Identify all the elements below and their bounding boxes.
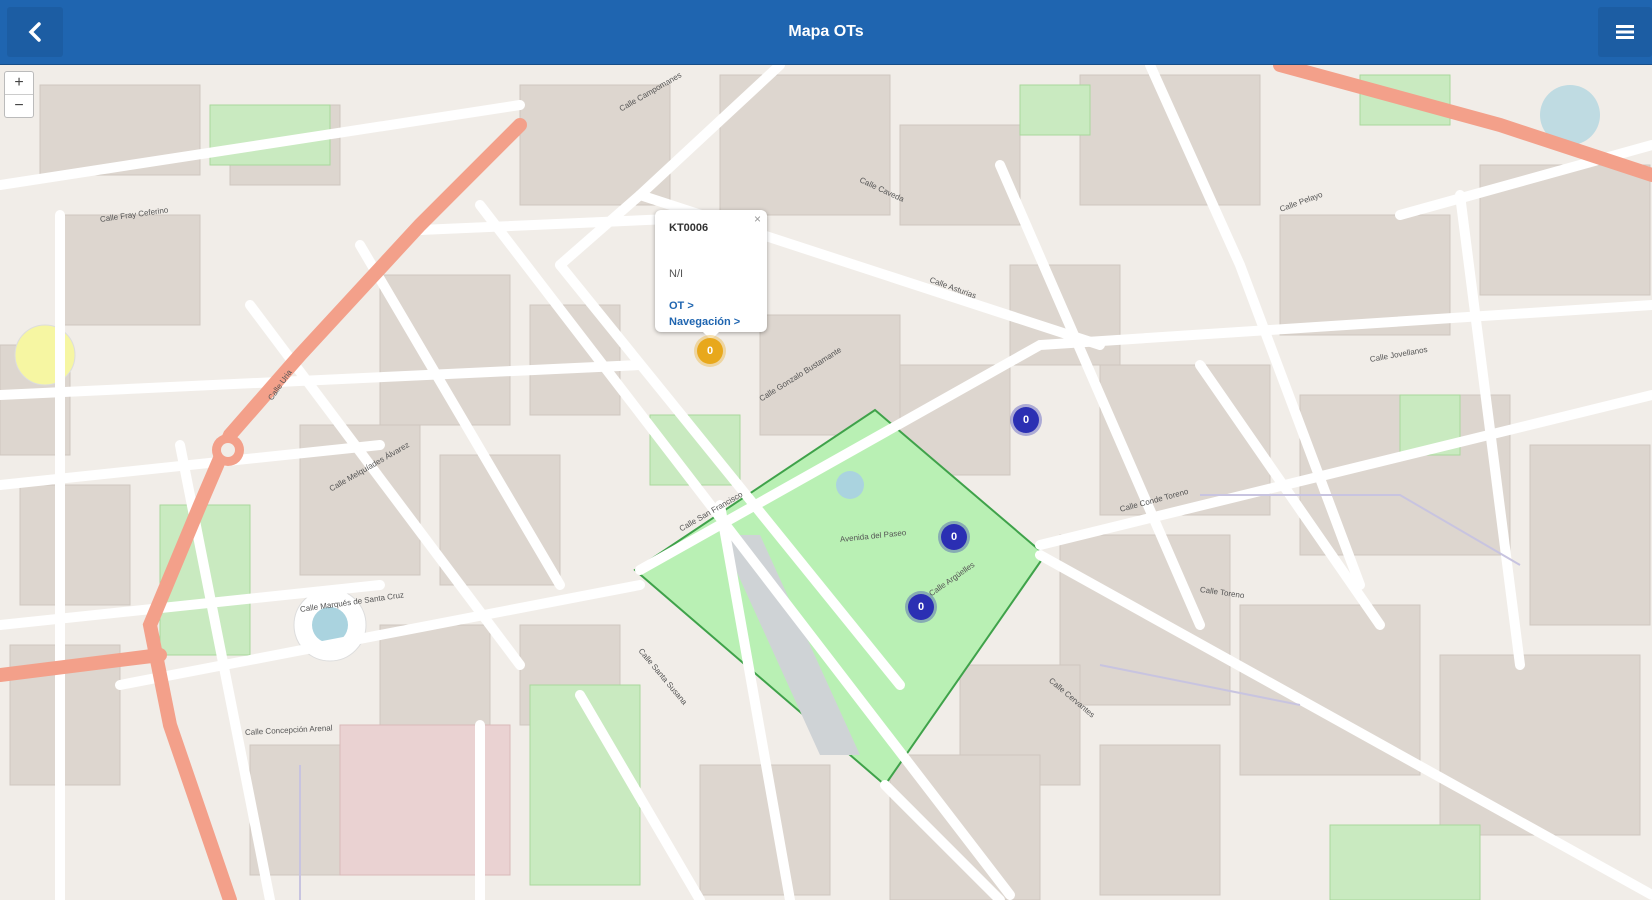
page-title: Mapa OTs — [788, 23, 864, 40]
zoom-out-button[interactable]: − — [5, 94, 33, 117]
popup-ot-code: KT0006 — [669, 222, 709, 234]
app-header: Mapa OTs — [0, 0, 1652, 65]
hamburger-menu-icon — [1616, 25, 1634, 39]
ot-popup: KT0006 × N/I OT > Navegación > — [655, 210, 767, 340]
popup-close-button[interactable]: × — [754, 212, 761, 226]
zoom-control: + − — [4, 71, 34, 118]
map-tiles — [0, 65, 1652, 900]
ot-marker-blue[interactable]: 0 — [941, 524, 967, 550]
zoom-in-button[interactable]: + — [5, 72, 33, 94]
map-view[interactable]: Calle Campomanes Calle Gonzalo Bustamant… — [0, 65, 1652, 900]
ot-marker-blue[interactable]: 0 — [1013, 407, 1039, 433]
popup-navigation-link[interactable]: Navegación > — [669, 316, 740, 328]
ot-marker-orange[interactable]: 0 — [697, 338, 723, 364]
popup-status: N/I — [669, 268, 684, 280]
menu-button[interactable] — [1598, 7, 1652, 57]
ot-marker-blue[interactable]: 0 — [908, 594, 934, 620]
popup-ot-link[interactable]: OT > — [669, 300, 694, 312]
